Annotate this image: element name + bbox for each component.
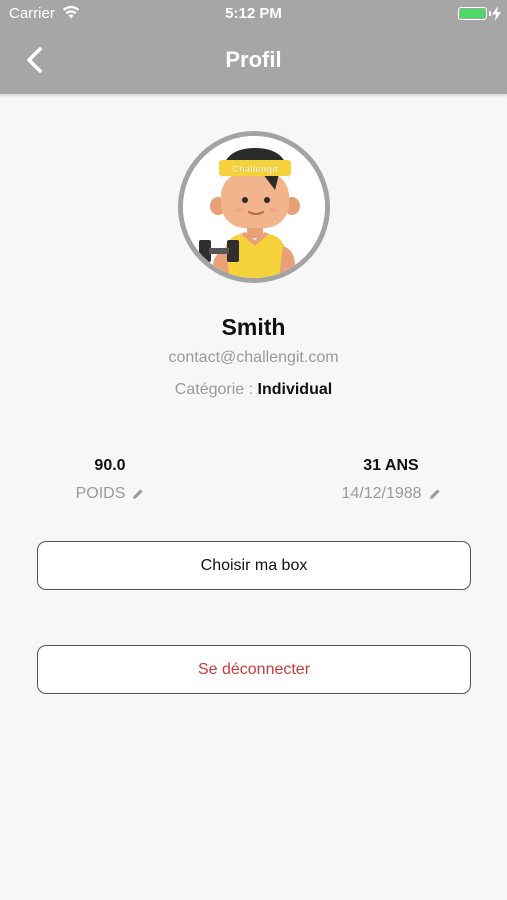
athlete-avatar-illustration: Challengit xyxy=(183,136,325,278)
pencil-icon xyxy=(133,489,143,499)
category-label: Catégorie : xyxy=(174,381,254,398)
clock: 5:12 PM xyxy=(225,5,282,22)
logout-button[interactable]: Se déconnecter xyxy=(37,645,471,694)
profile-screen: Carrier 5:12 PM Profil Challengit Smith … xyxy=(0,0,507,900)
battery-tip xyxy=(489,11,491,16)
logout-label: Se déconnecter xyxy=(197,660,311,678)
weight-value: 90.0 xyxy=(94,457,126,474)
top-bar: Carrier 5:12 PM Profil xyxy=(0,0,507,94)
edit-weight-button[interactable]: POIDS xyxy=(30,485,190,503)
status-bar: Carrier 5:12 PM xyxy=(0,0,507,28)
age-value: 31 ANS xyxy=(363,457,419,474)
birthdate-label: 14/12/1988 xyxy=(341,485,422,502)
choose-box-button[interactable]: Choisir ma box xyxy=(37,541,471,590)
age-stat: 31 ANS 14/12/1988 xyxy=(311,457,471,503)
page-title: Profil xyxy=(225,47,282,72)
user-email: contact@challengit.com xyxy=(168,349,339,366)
edit-birthdate-button[interactable]: 14/12/1988 xyxy=(311,485,471,503)
weight-stat: 90.0 POIDS xyxy=(30,457,190,503)
weight-label: POIDS xyxy=(75,485,126,502)
avatar[interactable]: Challengit xyxy=(178,131,330,283)
pencil-icon xyxy=(429,489,440,499)
battery-level xyxy=(460,9,485,18)
choose-box-label: Choisir ma box xyxy=(200,556,308,574)
user-category: Catégorie : Individual xyxy=(0,381,507,399)
category-value: Individual xyxy=(257,381,333,398)
battery-icon xyxy=(458,7,487,20)
user-name: Smith xyxy=(221,314,286,340)
charging-bolt-icon xyxy=(492,6,501,21)
headband-text: Challengit xyxy=(232,164,279,175)
